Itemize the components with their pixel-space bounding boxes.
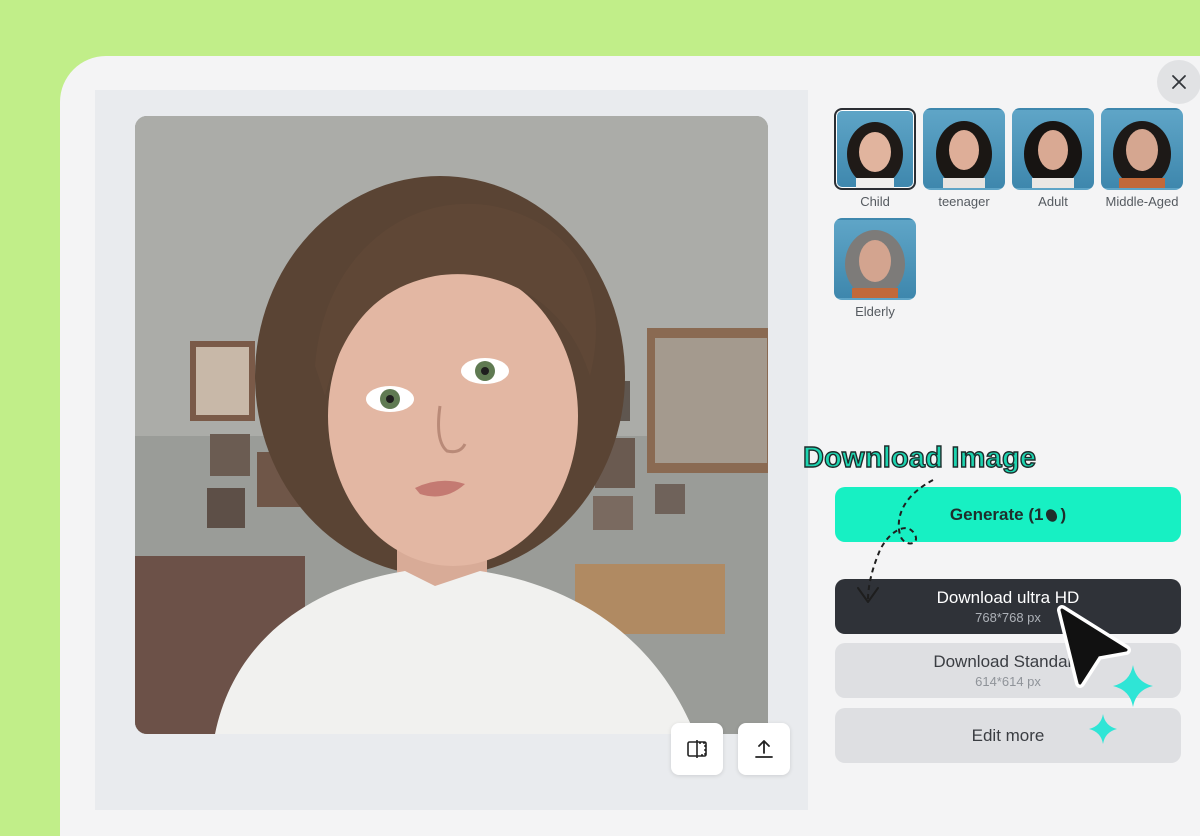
age-thumbnail [1012,108,1094,190]
generate-suffix: ) [1060,504,1067,524]
age-option-teenager[interactable]: teenager [923,108,1005,209]
age-option-child[interactable]: Child [834,108,916,209]
age-thumbnail [923,108,1005,190]
download-ultra-hd-size: 768*768 px [975,609,1041,625]
age-thumbnail [1101,108,1183,190]
download-image-annotation: Download Image [802,441,1037,474]
edit-more-button[interactable]: Edit more [835,708,1181,763]
share-upload-icon [755,740,773,758]
compare-icon [687,740,707,758]
download-standard-size: 614*614 px [975,673,1041,689]
age-label: Adult [1038,194,1068,209]
age-label: Middle-Aged [1105,194,1179,209]
generate-label: Generate (1 [949,504,1044,524]
download-standard-label: Download Standard [933,651,1083,671]
download-ultra-hd-button[interactable]: Download ultra HD 768*768 px [835,579,1181,634]
age-label: Child [860,194,890,209]
age-label: Elderly [855,304,895,319]
download-ultra-hd-label: Download ultra HD [936,587,1080,607]
compare-button[interactable] [671,723,723,775]
close-icon [1172,75,1186,89]
share-button[interactable] [738,723,790,775]
result-image [135,116,768,734]
download-standard-button[interactable]: Download Standard 614*614 px [835,643,1181,698]
age-thumbnail [834,218,916,300]
age-label: teenager [938,194,990,209]
age-option-middle-aged[interactable]: Middle-Aged [1101,108,1183,209]
age-option-elderly[interactable]: Elderly [834,218,916,319]
credit-coin-icon [1044,506,1060,524]
edit-more-label: Edit more [971,725,1045,745]
age-option-adult[interactable]: Adult [1012,108,1094,209]
close-button[interactable] [1157,60,1200,104]
generate-button[interactable]: Generate (1) [835,487,1181,542]
age-thumbnail [834,108,916,190]
